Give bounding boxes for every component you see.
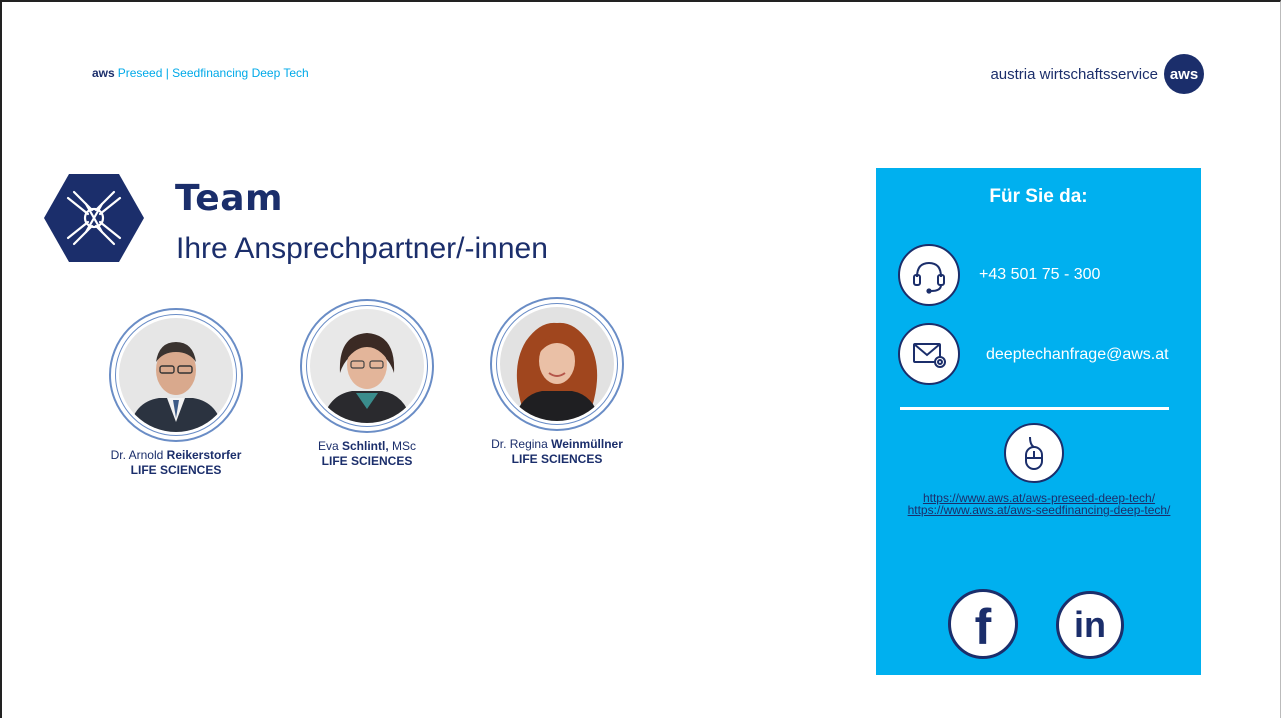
seedfinancing-link[interactable]: https://www.aws.at/aws-seedfinancing-dee… xyxy=(898,504,1180,516)
program-label: Preseed | Seedfinancing Deep Tech xyxy=(117,66,309,80)
team-member-reikerstorfer: Dr. Arnold Reikerstorfer LIFE SCIENCES xyxy=(76,308,276,477)
contact-panel: Für Sie da: +43 501 75 - 300 deeptechanf… xyxy=(876,168,1201,675)
linkedin-icon[interactable]: in xyxy=(1056,591,1124,659)
email-address[interactable]: deeptechanfrage@aws.at xyxy=(986,346,1169,364)
mouse-icon xyxy=(1004,423,1064,483)
facebook-icon[interactable]: f xyxy=(948,589,1018,659)
portrait-schlintl xyxy=(300,299,434,433)
member-department: LIFE SCIENCES xyxy=(511,452,603,466)
portrait-reikerstorfer xyxy=(109,308,243,442)
member-name: Eva Schlintl, MSc xyxy=(317,439,417,453)
website-links: https://www.aws.at/aws-preseed-deep-tech… xyxy=(898,492,1180,516)
contact-heading: Für Sie da: xyxy=(989,186,1088,207)
team-member-weinmuellner: Dr. Regina Weinmüllner LIFE SCIENCES xyxy=(457,297,657,466)
member-department: LIFE SCIENCES xyxy=(130,463,222,477)
phone-number[interactable]: +43 501 75 - 300 xyxy=(979,266,1100,284)
headset-icon xyxy=(898,244,960,306)
divider xyxy=(900,407,1169,410)
member-name: Dr. Regina Weinmüllner xyxy=(491,437,623,451)
team-member-schlintl: Eva Schlintl, MSc LIFE SCIENCES xyxy=(267,299,467,468)
aws-logo[interactable]: austria wirtschaftsservice aws xyxy=(990,54,1204,94)
program-header: aws Preseed | Seedfinancing Deep Tech xyxy=(92,66,309,80)
team-hands-icon xyxy=(44,174,144,267)
mail-icon xyxy=(898,323,960,385)
brand-label: aws xyxy=(92,66,115,80)
logo-circle: aws xyxy=(1164,54,1204,94)
page-subtitle: Ihre Ansprechpartner/-innen xyxy=(176,232,548,265)
member-department: LIFE SCIENCES xyxy=(321,454,413,468)
logo-tagline: austria wirtschaftsservice xyxy=(990,65,1158,83)
page-title: Team xyxy=(175,178,283,219)
portrait-weinmuellner xyxy=(490,297,624,431)
member-name: Dr. Arnold Reikerstorfer xyxy=(110,448,242,462)
